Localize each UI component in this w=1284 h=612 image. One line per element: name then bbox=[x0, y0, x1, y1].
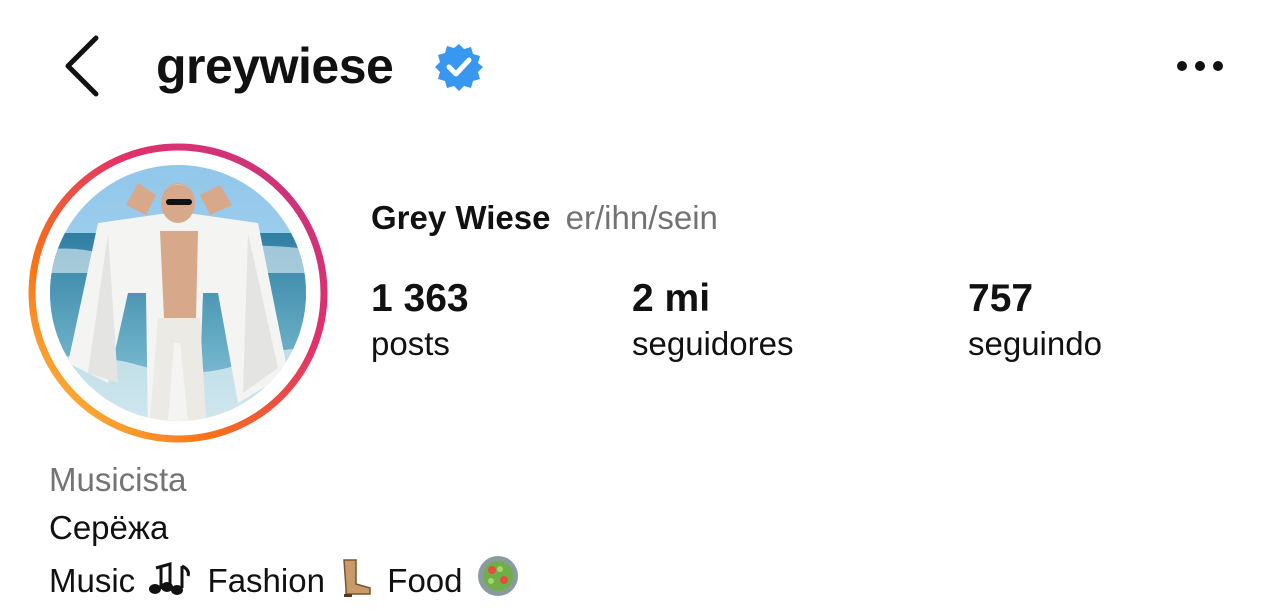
following-label: seguindo bbox=[968, 325, 1102, 362]
pronouns: er/ihn/sein bbox=[565, 199, 718, 236]
bio-line: Серёжа bbox=[49, 509, 169, 546]
back-button[interactable] bbox=[56, 30, 116, 102]
bio-text-music: Music bbox=[49, 562, 136, 599]
profile-name-line: Grey Wiese er/ihn/sein bbox=[371, 196, 718, 240]
following-count: 757 bbox=[968, 277, 1034, 320]
full-name: Grey Wiese bbox=[371, 199, 551, 236]
followers-count: 2 mi bbox=[632, 277, 711, 320]
stat-following[interactable]: 757 seguindo bbox=[968, 276, 1102, 366]
profile-username: greywiese bbox=[156, 38, 394, 94]
profile-screen: greywiese Grey Wiese er/ihn/sein 1 363 p… bbox=[0, 0, 1284, 612]
more-options-button[interactable] bbox=[1168, 50, 1232, 82]
bio-text-food: Food bbox=[387, 562, 463, 599]
posts-label: posts bbox=[371, 325, 450, 362]
profile-category: Musicista bbox=[49, 461, 187, 498]
stat-posts[interactable]: 1 363 posts bbox=[371, 276, 469, 366]
cowboy-boot-icon bbox=[338, 558, 374, 609]
more-horizontal-icon bbox=[1177, 61, 1223, 71]
salad-icon bbox=[476, 554, 520, 609]
posts-count: 1 363 bbox=[371, 277, 469, 320]
bio-text-fashion: Fashion bbox=[207, 562, 325, 599]
bio-line: Music Fashion Food bbox=[49, 554, 524, 609]
profile-avatar[interactable] bbox=[28, 143, 328, 443]
stat-followers[interactable]: 2 mi seguidores bbox=[632, 276, 793, 366]
chevron-left-icon bbox=[65, 35, 99, 97]
verified-badge-icon bbox=[434, 42, 484, 92]
music-notes-icon bbox=[148, 562, 194, 609]
followers-label: seguidores bbox=[632, 325, 794, 362]
